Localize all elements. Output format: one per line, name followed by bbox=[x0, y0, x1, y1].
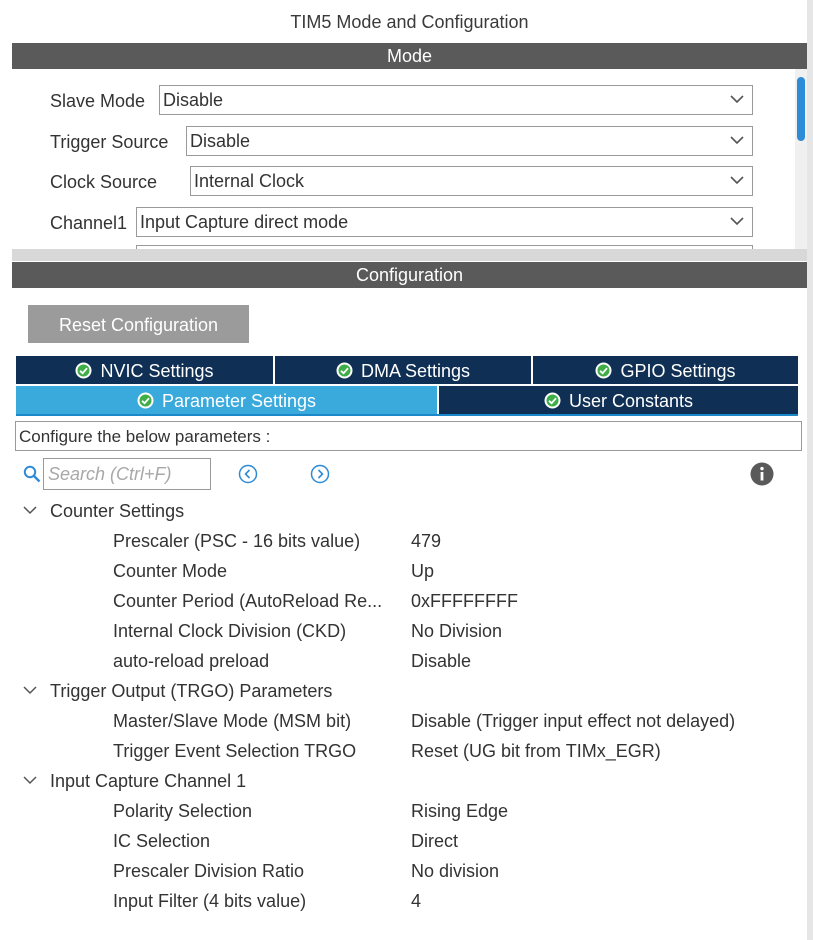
param-name[interactable]: Trigger Event Selection TRGO bbox=[113, 736, 409, 766]
tab-dma-label: DMA Settings bbox=[360, 361, 471, 381]
slave-mode-label: Slave Mode bbox=[50, 91, 146, 111]
chevron-down-icon bbox=[730, 136, 744, 145]
configuration-section-header: Configuration bbox=[12, 262, 807, 288]
group-label: Input Capture Channel 1 bbox=[50, 771, 247, 791]
trigger-source-select[interactable]: Disable bbox=[186, 126, 753, 156]
check-circle-icon bbox=[544, 392, 561, 409]
param-value[interactable]: Reset (UG bit from TIMx_EGR) bbox=[411, 736, 661, 766]
chevron-down-icon bbox=[23, 776, 37, 785]
param-name[interactable]: Prescaler (PSC - 16 bits value) bbox=[113, 526, 409, 556]
param-value[interactable]: No division bbox=[411, 856, 499, 886]
channel1-value: Input Capture direct mode bbox=[140, 212, 349, 232]
param-name[interactable]: Internal Clock Division (CKD) bbox=[113, 616, 409, 646]
param-value[interactable]: Rising Edge bbox=[411, 796, 508, 826]
mode-scrollbar-thumb[interactable] bbox=[797, 77, 805, 141]
param-name[interactable]: Counter Mode bbox=[113, 556, 409, 586]
chevron-down-icon bbox=[23, 686, 37, 695]
param-name[interactable]: Polarity Selection bbox=[113, 796, 409, 826]
check-circle-icon bbox=[137, 392, 154, 409]
clock-source-label: Clock Source bbox=[50, 172, 158, 192]
mode-panel: Slave Mode Disable Trigger Source Disabl… bbox=[12, 69, 807, 249]
tab-parameter-settings[interactable]: Parameter Settings bbox=[16, 386, 437, 414]
param-name[interactable]: Master/Slave Mode (MSM bit) bbox=[113, 706, 409, 736]
param-name[interactable]: IC Selection bbox=[113, 826, 409, 856]
check-circle-icon bbox=[336, 362, 353, 379]
param-value[interactable]: No Division bbox=[411, 616, 502, 646]
param-value[interactable]: 479 bbox=[411, 526, 441, 556]
clock-source-value: Internal Clock bbox=[194, 171, 305, 191]
group-counter-settings[interactable]: Counter Settings bbox=[22, 496, 184, 526]
mode-section-header: Mode bbox=[12, 43, 807, 69]
param-value[interactable]: Disable bbox=[411, 646, 471, 676]
tab-nvic-settings[interactable]: NVIC Settings bbox=[16, 356, 273, 384]
group-trigger-output[interactable]: Trigger Output (TRGO) Parameters bbox=[22, 676, 332, 706]
tab-underline bbox=[16, 414, 798, 416]
param-value[interactable]: 0xFFFFFFFF bbox=[411, 586, 518, 616]
trigger-source-value: Disable bbox=[190, 131, 251, 151]
check-circle-icon bbox=[595, 362, 612, 379]
param-value[interactable]: Direct bbox=[411, 826, 458, 856]
right-border bbox=[807, 0, 813, 940]
info-icon[interactable] bbox=[750, 462, 774, 486]
param-name[interactable]: Input Filter (4 bits value) bbox=[113, 886, 409, 916]
param-value[interactable]: Up bbox=[411, 556, 434, 586]
param-name[interactable]: auto-reload preload bbox=[113, 646, 409, 676]
group-label: Trigger Output (TRGO) Parameters bbox=[50, 681, 333, 701]
tab-nvic-label: NVIC Settings bbox=[100, 361, 214, 381]
configure-description: Configure the below parameters : bbox=[15, 421, 802, 451]
group-input-capture-channel-1[interactable]: Input Capture Channel 1 bbox=[22, 766, 246, 796]
group-label: Counter Settings bbox=[50, 501, 185, 521]
param-value[interactable]: Disable (Trigger input effect not delaye… bbox=[411, 706, 735, 736]
next-result-icon[interactable] bbox=[310, 464, 330, 484]
tab-user-constants[interactable]: User Constants bbox=[439, 386, 798, 414]
panel-splitter[interactable] bbox=[12, 249, 807, 261]
search-input[interactable]: Search (Ctrl+F) bbox=[43, 458, 211, 490]
slave-mode-value: Disable bbox=[163, 90, 224, 110]
chevron-down-icon bbox=[730, 176, 744, 185]
slave-mode-select[interactable]: Disable bbox=[159, 85, 753, 115]
chevron-down-icon bbox=[730, 217, 744, 226]
channel1-label: Channel1 bbox=[50, 213, 128, 233]
tab-gpio-label: GPIO Settings bbox=[620, 361, 736, 381]
search-icon[interactable] bbox=[23, 465, 41, 483]
tab-user-constants-label: User Constants bbox=[568, 391, 694, 411]
param-name[interactable]: Counter Period (AutoReload Re... bbox=[113, 586, 409, 616]
channel1-select[interactable]: Input Capture direct mode bbox=[136, 207, 753, 237]
reset-configuration-button[interactable]: Reset Configuration bbox=[28, 305, 249, 343]
tab-dma-settings[interactable]: DMA Settings bbox=[275, 356, 531, 384]
left-border bbox=[0, 0, 12, 940]
chevron-down-icon bbox=[730, 95, 744, 104]
trigger-source-label: Trigger Source bbox=[50, 132, 169, 152]
chevron-down-icon bbox=[23, 506, 37, 515]
window-title: TIM5 Mode and Configuration bbox=[290, 12, 529, 32]
previous-result-icon[interactable] bbox=[238, 464, 258, 484]
check-circle-icon bbox=[75, 362, 92, 379]
param-name[interactable]: Prescaler Division Ratio bbox=[113, 856, 409, 886]
clock-source-select[interactable]: Internal Clock bbox=[190, 166, 753, 196]
tab-parameter-label: Parameter Settings bbox=[161, 391, 317, 411]
tab-gpio-settings[interactable]: GPIO Settings bbox=[533, 356, 798, 384]
param-value[interactable]: 4 bbox=[411, 886, 421, 916]
